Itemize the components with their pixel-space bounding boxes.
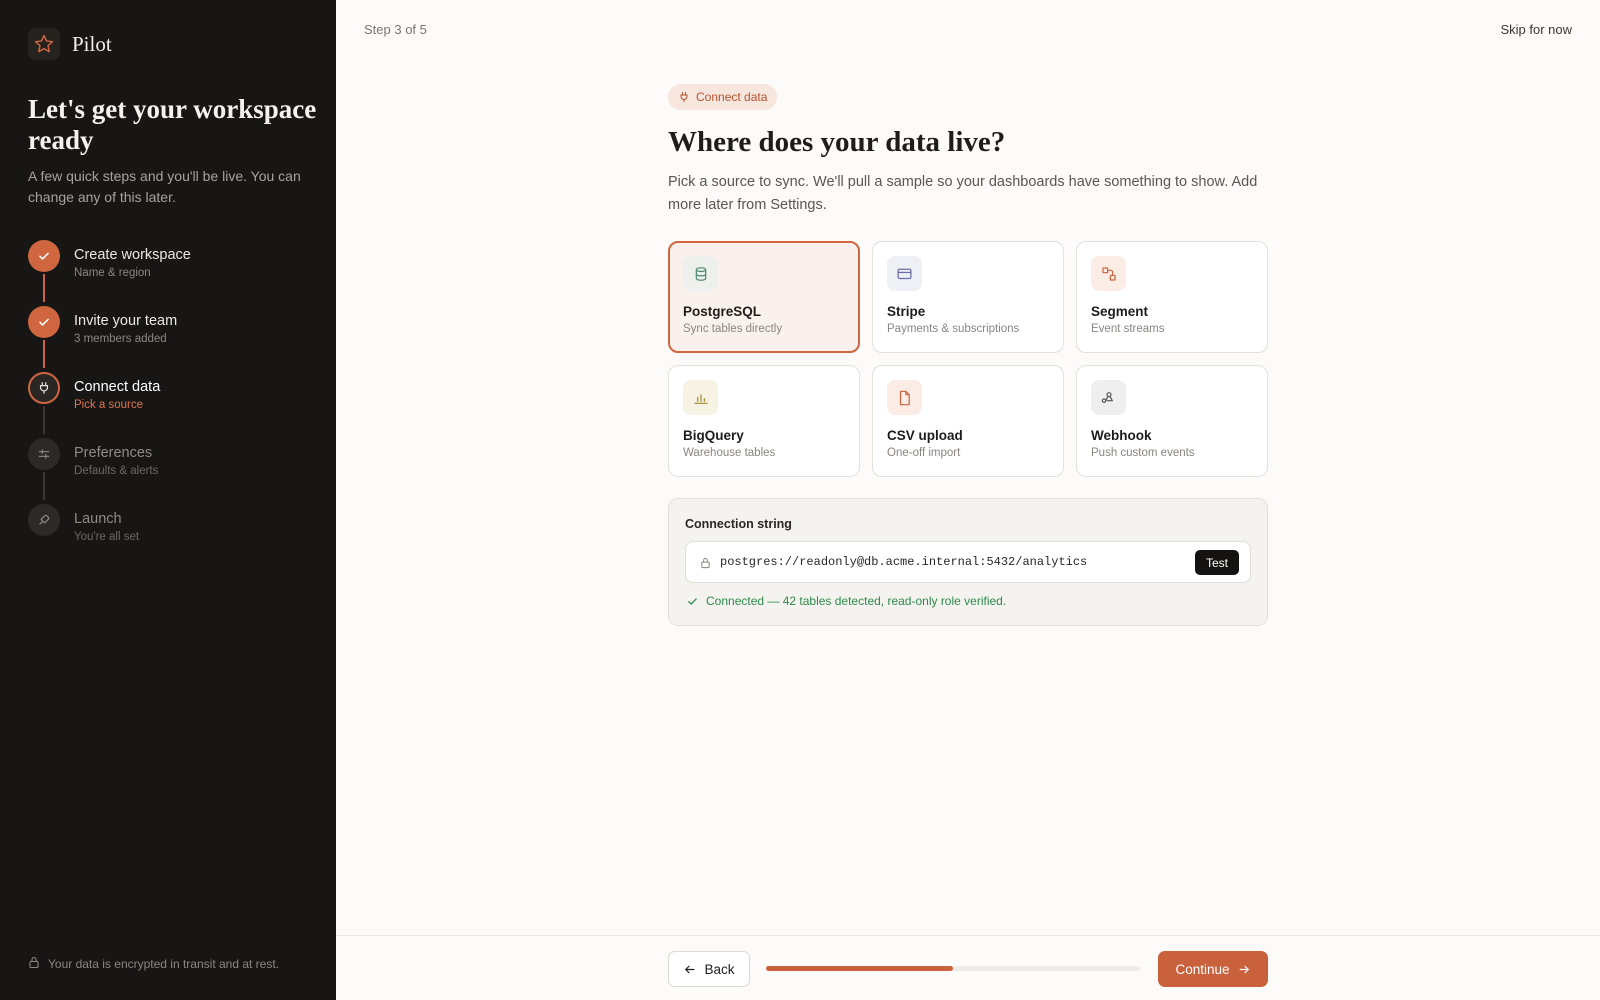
plug-icon [680, 92, 688, 102]
continue-button[interactable]: Continue [1158, 951, 1268, 987]
card-icon [887, 256, 922, 291]
source-card-csv-upload[interactable]: CSV upload One-off import [872, 365, 1064, 477]
sidebar-subtitle: A few quick steps and you'll be live. Yo… [28, 168, 301, 205]
connection-label: Connection string [685, 517, 792, 531]
source-card-bigquery[interactable]: BigQuery Warehouse tables [668, 365, 860, 477]
chip-label: Connect data [696, 90, 768, 104]
connection-panel: Connection string postgres://readonly@db… [668, 498, 1268, 626]
source-subtitle: Event streams [1091, 323, 1165, 335]
check-icon [28, 306, 60, 338]
sidebar-title: Let's get your workspace ready [28, 94, 317, 155]
bar-chart-icon [683, 380, 718, 415]
source-subtitle: One-off import [887, 447, 961, 459]
security-note: Your data is encrypted in transit and at… [28, 956, 279, 972]
section-chip: Connect data [668, 84, 778, 110]
step-subtitle: Name & region [74, 267, 151, 279]
footer-bar: Back Continue [336, 935, 1600, 1000]
source-name: PostgreSQL [683, 304, 762, 319]
source-name: Segment [1091, 304, 1149, 319]
arrow-right-icon [1239, 965, 1249, 973]
source-card-segment[interactable]: Segment Event streams [1076, 241, 1268, 353]
step-subtitle: 3 members added [74, 333, 167, 345]
main-content: Connect data Where does your data live? … [668, 84, 1268, 626]
star-icon [28, 28, 60, 60]
source-subtitle: Sync tables directly [683, 323, 783, 335]
step-connector [43, 472, 45, 500]
connection-string-value[interactable]: postgres://readonly@db.acme.internal:543… [720, 555, 1087, 569]
back-button-label: Back [704, 961, 735, 977]
sliders-icon [28, 438, 60, 470]
check-icon [688, 597, 697, 605]
continue-button-label: Continue [1175, 961, 1230, 977]
source-card-webhook[interactable]: Webhook Push custom events [1076, 365, 1268, 477]
arrow-left-icon [685, 965, 695, 973]
connection-status-text: Connected — 42 tables detected, read-onl… [706, 594, 1007, 608]
source-subtitle: Payments & subscriptions [887, 323, 1020, 335]
source-subtitle: Warehouse tables [683, 447, 776, 459]
security-note-text: Your data is encrypted in transit and at… [48, 957, 280, 971]
test-connection-button[interactable]: Test [1194, 550, 1239, 575]
page-description: Pick a source to sync. We'll pull a samp… [668, 174, 1258, 213]
connection-status: Connected — 42 tables detected, read-onl… [687, 594, 1006, 608]
app-name: Pilot [72, 31, 112, 56]
lock-icon [28, 956, 40, 972]
step-subtitle: You're all set [74, 531, 140, 543]
webhook-icon [1091, 380, 1126, 415]
step-title: Preferences [74, 445, 153, 461]
step-connector [43, 406, 45, 434]
source-name: CSV upload [887, 428, 963, 443]
source-name: Stripe [887, 304, 926, 319]
step-connector [43, 274, 45, 302]
source-grid: PostgreSQL Sync tables directly Stripe P… [668, 241, 1268, 477]
skip-link[interactable]: Skip for now [1500, 22, 1572, 37]
plug-icon [28, 372, 60, 404]
check-icon [28, 240, 60, 272]
progress-fill [766, 966, 953, 971]
segment-icon [1091, 256, 1126, 291]
file-icon [887, 380, 922, 415]
step-title: Create workspace [74, 247, 191, 263]
step-title: Launch [74, 511, 122, 527]
source-name: BigQuery [683, 428, 744, 443]
rocket-icon [28, 504, 60, 536]
progress-bar [766, 966, 1140, 971]
source-card-postgresql[interactable]: PostgreSQL Sync tables directly [668, 241, 860, 353]
step-subtitle: Pick a source [74, 399, 144, 411]
step-indicator: Step 3 of 5 [364, 22, 427, 37]
back-button[interactable]: Back [668, 951, 750, 987]
page-title: Where does your data live? [668, 126, 1006, 158]
source-subtitle: Push custom events [1091, 447, 1195, 459]
sidebar: Pilot Let's get your workspace ready A f… [0, 0, 336, 1000]
database-icon [683, 256, 718, 291]
step-title: Connect data [74, 379, 161, 395]
step-title: Invite your team [74, 313, 178, 329]
connection-string-input[interactable]: postgres://readonly@db.acme.internal:543… [685, 541, 1251, 583]
source-name: Webhook [1091, 428, 1152, 443]
brand: Pilot [28, 28, 112, 60]
lock-icon [700, 556, 711, 574]
step-connector [43, 340, 45, 368]
source-card-stripe[interactable]: Stripe Payments & subscriptions [872, 241, 1064, 353]
step-subtitle: Defaults & alerts [74, 465, 159, 477]
